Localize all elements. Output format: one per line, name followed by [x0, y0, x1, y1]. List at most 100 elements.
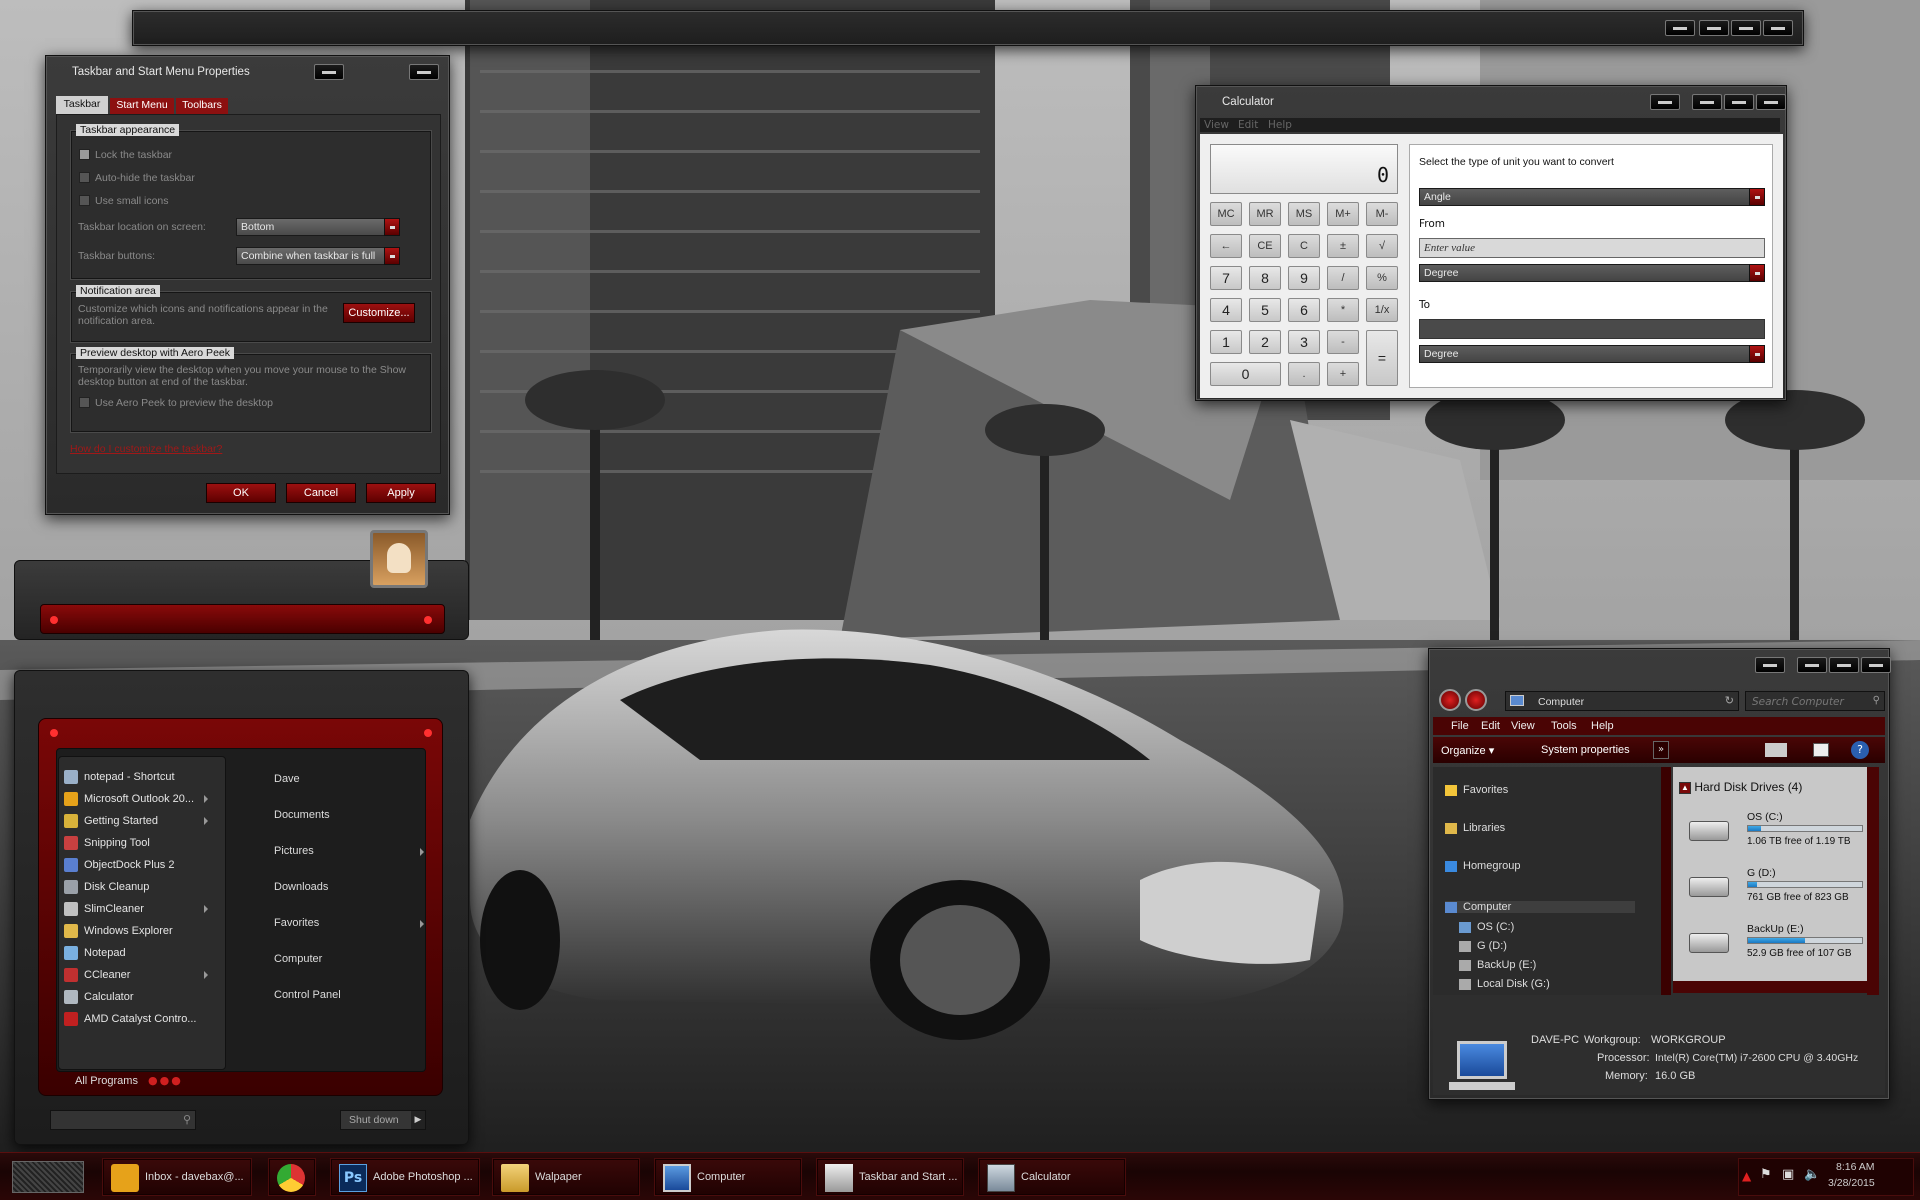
close-button[interactable]	[1861, 657, 1891, 673]
taskbar-button-calculator[interactable]: Calculator	[978, 1158, 1126, 1196]
minimize-button[interactable]	[1692, 94, 1722, 110]
function-key[interactable]: √	[1366, 234, 1398, 258]
calc-key[interactable]: 8	[1249, 266, 1281, 290]
taskbar-button-outlook[interactable]: Inbox - davebax@...	[102, 1158, 252, 1196]
nav-scrollbar[interactable]	[1661, 767, 1671, 995]
start-link[interactable]: Computer	[274, 953, 424, 965]
program-item[interactable]: ObjectDock Plus 2	[64, 855, 214, 875]
taskbar-button-chrome[interactable]	[268, 1158, 316, 1196]
to-unit-select[interactable]: Degree	[1419, 345, 1765, 363]
calc-key[interactable]: +	[1327, 362, 1359, 386]
clock-time[interactable]: 8:16 AM	[1836, 1161, 1875, 1173]
more-commands-icon[interactable]: »	[1653, 741, 1669, 759]
menu-help[interactable]: Help	[1268, 119, 1292, 131]
aero-peek-checkbox[interactable]	[79, 397, 90, 408]
program-item[interactable]: Windows Explorer	[64, 921, 214, 941]
content-scrollbar[interactable]	[1867, 767, 1879, 995]
memory-key[interactable]: MR	[1249, 202, 1281, 226]
taskbar-button-photoshop[interactable]: Ps Adobe Photoshop ...	[330, 1158, 480, 1196]
calc-key[interactable]: /	[1327, 266, 1359, 290]
menu-item[interactable]: Edit	[1481, 720, 1500, 732]
calc-key-zero[interactable]: 0	[1210, 362, 1281, 386]
taskbar-button-folder[interactable]: Walpaper	[492, 1158, 640, 1196]
menu-edit[interactable]: Edit	[1238, 119, 1258, 131]
action-center-flag-icon[interactable]: ⚑	[1760, 1167, 1772, 1182]
start-search-input[interactable]: ⚲	[50, 1110, 196, 1130]
nav-item[interactable]: Computer	[1445, 901, 1635, 913]
network-icon[interactable]: ▣	[1782, 1167, 1794, 1182]
taskbar-button-taskbar-props[interactable]: Taskbar and Start ...	[816, 1158, 964, 1196]
function-key[interactable]: C	[1288, 234, 1320, 258]
start-link[interactable]: Control Panel	[274, 989, 424, 1001]
calc-key[interactable]: .	[1288, 362, 1320, 386]
from-value-input[interactable]: Enter value	[1419, 238, 1765, 258]
view-options-icon[interactable]	[1765, 743, 1787, 757]
menu-item[interactable]: File	[1451, 720, 1469, 732]
nav-item[interactable]: Homegroup	[1445, 860, 1520, 872]
apply-button[interactable]: Apply	[366, 483, 436, 503]
location-select[interactable]: Bottom	[236, 218, 400, 236]
program-item[interactable]: Disk Cleanup	[64, 877, 214, 897]
organize-button[interactable]: Organize ▾	[1441, 744, 1494, 757]
nav-item[interactable]: Local Disk (G:)	[1459, 978, 1550, 990]
minimize-button[interactable]	[1699, 20, 1729, 36]
start-link[interactable]: Documents	[274, 809, 424, 821]
back-button[interactable]	[1439, 689, 1461, 711]
close-button[interactable]	[1756, 94, 1786, 110]
program-item[interactable]: SlimCleaner	[64, 899, 214, 919]
function-key[interactable]: ±	[1327, 234, 1359, 258]
all-programs-button[interactable]: All Programs	[75, 1075, 138, 1087]
customize-button[interactable]: Customize...	[343, 303, 415, 323]
close-button[interactable]	[409, 64, 439, 80]
equals-key[interactable]: =	[1366, 330, 1398, 386]
volume-icon[interactable]: 🔈	[1804, 1167, 1820, 1182]
calc-key[interactable]: %	[1366, 266, 1398, 290]
tab-toolbars[interactable]: Toolbars	[176, 98, 228, 114]
start-link[interactable]: Pictures	[274, 845, 424, 857]
small-icons-checkbox[interactable]	[79, 195, 90, 206]
clock-date[interactable]: 3/28/2015	[1828, 1177, 1875, 1189]
lock-taskbar-checkbox[interactable]	[79, 149, 90, 160]
preview-pane-icon[interactable]	[1813, 743, 1829, 757]
shutdown-button[interactable]: Shut down ▶	[340, 1110, 426, 1130]
function-key[interactable]: CE	[1249, 234, 1281, 258]
memory-key[interactable]: M+	[1327, 202, 1359, 226]
calc-key[interactable]: 1	[1210, 330, 1242, 354]
refresh-icon[interactable]: ↻	[1725, 694, 1734, 707]
calc-key[interactable]: 4	[1210, 298, 1242, 322]
start-button[interactable]	[12, 1161, 84, 1193]
menu-view[interactable]: View	[1204, 119, 1229, 131]
program-item[interactable]: Microsoft Outlook 20...	[64, 789, 214, 809]
menu-item[interactable]: Help	[1591, 720, 1614, 732]
ok-button[interactable]: OK	[206, 483, 276, 503]
memory-key[interactable]: M-	[1366, 202, 1398, 226]
close-button[interactable]	[1763, 20, 1793, 36]
autohide-checkbox[interactable]	[79, 172, 90, 183]
start-link[interactable]: Downloads	[274, 881, 424, 893]
calc-key[interactable]: 2	[1249, 330, 1281, 354]
h-scrollbar[interactable]	[1673, 981, 1867, 993]
calc-key[interactable]: 6	[1288, 298, 1320, 322]
calc-key[interactable]: 5	[1249, 298, 1281, 322]
group-header[interactable]: ▲ Hard Disk Drives (4)	[1679, 780, 1802, 794]
program-item[interactable]: Snipping Tool	[64, 833, 214, 853]
forward-button[interactable]	[1465, 689, 1487, 711]
calc-key[interactable]: -	[1327, 330, 1359, 354]
address-bar[interactable]: Computer ↻	[1505, 691, 1739, 711]
nav-item[interactable]: Libraries	[1445, 822, 1505, 834]
program-item[interactable]: AMD Catalyst Contro...	[64, 1009, 214, 1029]
minimize-button[interactable]	[1650, 94, 1680, 110]
program-item[interactable]: Calculator	[64, 987, 214, 1007]
unit-type-select[interactable]: Angle	[1419, 188, 1765, 206]
calc-key[interactable]: 9	[1288, 266, 1320, 290]
tab-start-menu[interactable]: Start Menu	[110, 98, 174, 114]
drive-name[interactable]: BackUp (E:)	[1747, 923, 1804, 935]
help-link[interactable]: How do I customize the taskbar?	[70, 443, 222, 455]
function-key[interactable]: ←	[1210, 234, 1242, 258]
maximize-button[interactable]	[1829, 657, 1859, 673]
minimize-button[interactable]	[1665, 20, 1695, 36]
minimize-button[interactable]	[1797, 657, 1827, 673]
search-computer-input[interactable]: Search Computer ⚲	[1745, 691, 1885, 711]
program-item[interactable]: Notepad	[64, 943, 214, 963]
nav-item[interactable]: Favorites	[1445, 784, 1508, 796]
